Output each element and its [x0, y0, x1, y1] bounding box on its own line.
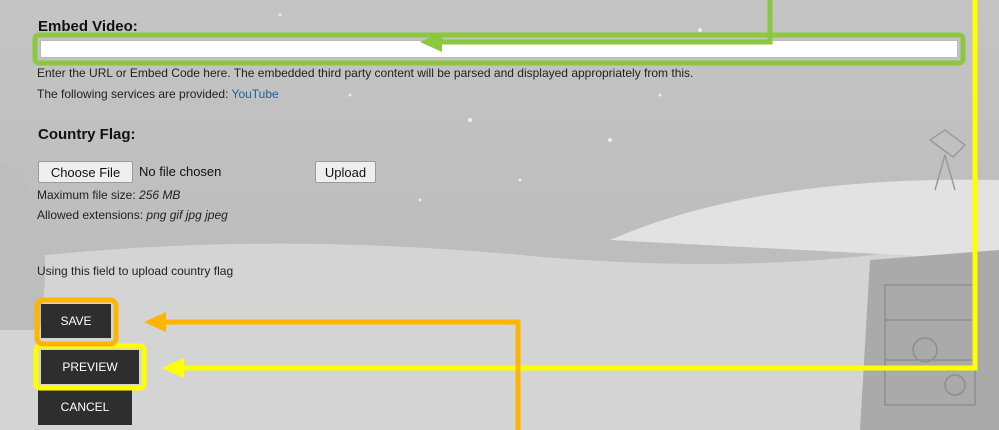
embed-video-input[interactable]	[40, 40, 958, 58]
max-file-size-prefix: Maximum file size:	[37, 188, 140, 202]
youtube-link[interactable]: YouTube	[232, 87, 279, 101]
embed-video-help: Enter the URL or Embed Code here. The em…	[37, 66, 694, 80]
services-prefix: The following services are provided:	[37, 87, 232, 101]
choose-file-button[interactable]: Choose File	[38, 161, 133, 183]
country-flag-description: Using this field to upload country flag	[37, 264, 234, 278]
max-file-size: Maximum file size: 256 MB	[37, 188, 180, 202]
allowed-extensions: Allowed extensions: png gif jpg jpeg	[37, 208, 228, 222]
max-file-size-value: 256 MB	[139, 188, 181, 202]
node-edit-form: Embed Video: Enter the URL or Embed Code…	[0, 0, 999, 430]
save-button[interactable]: SAVE	[41, 304, 111, 338]
services-line: The following services are provided: You…	[37, 87, 279, 101]
no-file-chosen-text: No file chosen	[139, 164, 222, 179]
preview-button[interactable]: PREVIEW	[41, 350, 139, 384]
allowed-extensions-value: png gif jpg jpeg	[146, 208, 228, 222]
embed-video-label: Embed Video:	[38, 18, 138, 35]
upload-button[interactable]: Upload	[315, 161, 376, 183]
cancel-button[interactable]: CANCEL	[38, 389, 132, 425]
allowed-extensions-prefix: Allowed extensions:	[37, 208, 147, 222]
country-flag-label: Country Flag:	[38, 126, 136, 143]
